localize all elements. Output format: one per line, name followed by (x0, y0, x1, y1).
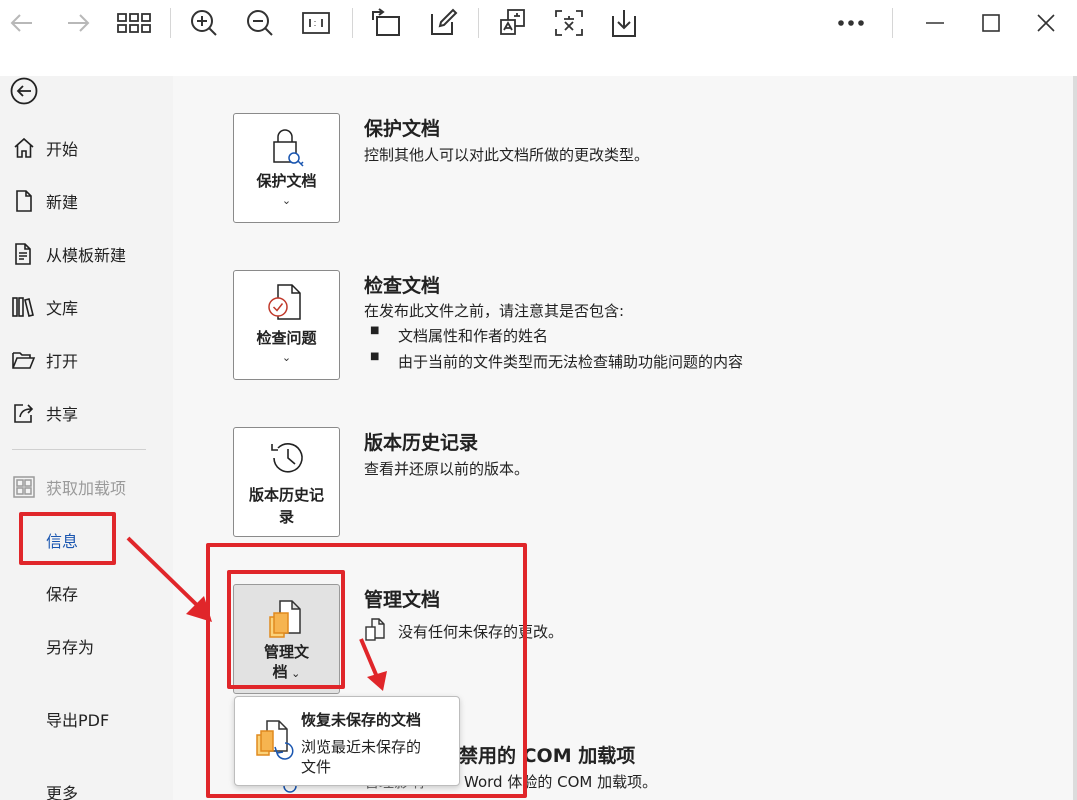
home-icon (12, 136, 36, 160)
highlight-box-manage-button (227, 570, 345, 689)
sidebar-item-label: 保存 (46, 585, 79, 604)
protect-document-label: 保护文档 (256, 172, 317, 190)
sidebar-item-label: 获取加载项 (46, 479, 127, 498)
sidebar-item-get-addins[interactable]: 获取加载项 (0, 467, 173, 507)
zoom-in-icon[interactable] (184, 4, 224, 42)
sidebar-item-new-from-template[interactable]: 从模板新建 (0, 234, 173, 274)
minimize-icon[interactable] (915, 4, 955, 42)
history-clock-icon (268, 438, 308, 482)
chevron-down-icon: ⌄ (281, 194, 292, 207)
sidebar-item-label: 开始 (46, 140, 79, 159)
sidebar-divider (12, 449, 146, 450)
rotate-icon[interactable] (366, 4, 406, 42)
version-history-label-line1: 版本历史记 (248, 486, 324, 504)
inspect-document-title: 检查文档 (364, 275, 441, 297)
addins-grid-icon (12, 475, 36, 499)
library-icon (12, 295, 36, 319)
zoom-out-icon[interactable] (240, 4, 280, 42)
back-arrow-icon[interactable] (2, 4, 42, 42)
close-icon[interactable] (1026, 4, 1066, 42)
new-document-icon (12, 189, 36, 213)
sidebar-item-export-pdf[interactable]: 导出PDF (0, 699, 173, 739)
sidebar-item-save-as[interactable]: 另存为 (0, 626, 173, 666)
sidebar-item-new[interactable]: 新建 (0, 181, 173, 221)
forward-arrow-icon[interactable] (58, 4, 98, 42)
back-circle-icon[interactable] (10, 77, 38, 105)
maximize-icon[interactable] (971, 4, 1011, 42)
inspect-document-desc: 在发布此文件之前，请注意其是否包含: (364, 302, 625, 320)
protect-document-desc: 控制其他人可以对此文档所做的更改类型。 (364, 146, 650, 164)
translate-icon[interactable] (493, 4, 533, 42)
grid-view-icon[interactable] (114, 4, 154, 42)
chevron-down-icon: ⌄ (281, 351, 292, 364)
sidebar-item-open[interactable]: 打开 (0, 340, 173, 380)
check-issues-label: 检查问题 (256, 329, 317, 347)
protect-document-button[interactable]: 保护文档 ⌄ (233, 113, 340, 223)
sidebar-item-label: 从模板新建 (46, 246, 127, 265)
more-icon[interactable] (831, 4, 871, 42)
inspect-bullet: 由于当前的文件类型而无法检查辅助功能问题的内容 (398, 353, 744, 371)
sidebar-item-label: 共享 (46, 405, 79, 424)
edit-icon[interactable] (423, 4, 463, 42)
fit-width-icon[interactable] (296, 4, 336, 42)
protect-document-title: 保护文档 (364, 118, 441, 140)
version-history-button[interactable]: 版本历史记 录 (233, 427, 340, 537)
sidebar-item-label: 新建 (46, 193, 79, 212)
lock-key-icon (270, 128, 306, 172)
version-history-desc: 查看并还原以前的版本。 (364, 460, 530, 478)
window-edge (1073, 76, 1077, 800)
highlight-box-info (19, 512, 116, 565)
template-document-icon (12, 242, 36, 266)
sidebar-item-label: 更多 (46, 784, 79, 800)
sidebar-item-label: 文库 (46, 299, 79, 318)
version-history-title: 版本历史记录 (364, 432, 479, 454)
sidebar-item-share[interactable]: 共享 (0, 393, 173, 433)
check-issues-button[interactable]: 检查问题 ⌄ (233, 270, 340, 380)
text-recognition-icon[interactable] (549, 4, 589, 42)
inspect-document-icon (266, 283, 306, 329)
bullet-marker: ■ (370, 351, 380, 362)
inspect-bullet: 文档属性和作者的姓名 (398, 327, 549, 345)
sidebar-item-library[interactable]: 文库 (0, 287, 173, 327)
folder-open-icon (12, 348, 36, 372)
sidebar-item-label: 另存为 (46, 638, 95, 657)
sidebar-item-label: 打开 (46, 352, 79, 371)
sidebar-item-home[interactable]: 开始 (0, 128, 173, 168)
sidebar-item-more[interactable]: 更多 (0, 774, 173, 800)
sidebar-item-label: 导出PDF (46, 711, 110, 730)
download-icon[interactable] (604, 4, 644, 42)
bullet-marker: ■ (370, 325, 380, 336)
version-history-label-line2: 录 (278, 508, 294, 526)
arrow-annotation-icon (126, 536, 212, 622)
share-icon (12, 401, 36, 425)
top-toolbar (0, 0, 1077, 76)
arrow-annotation-icon (359, 638, 387, 691)
